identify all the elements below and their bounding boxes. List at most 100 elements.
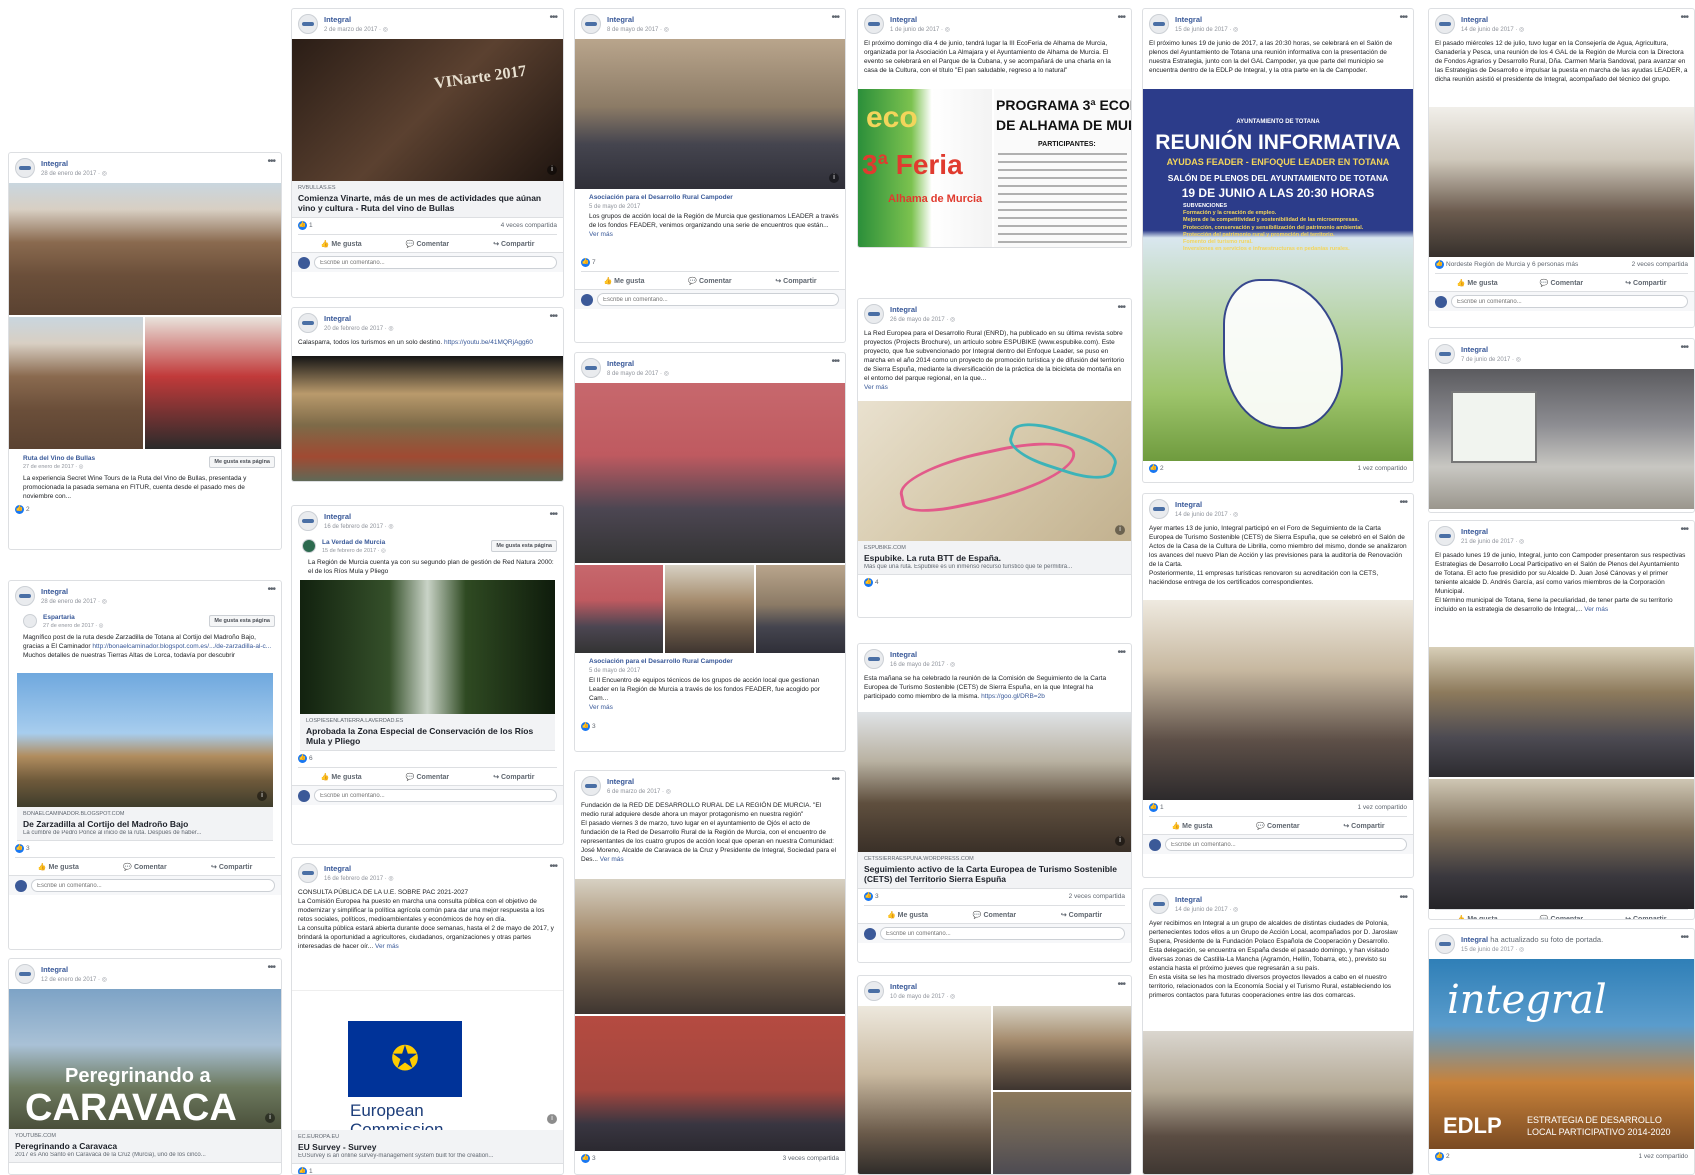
page-avatar[interactable] <box>1149 894 1169 914</box>
share-button[interactable]: ↪ Compartir <box>471 773 557 781</box>
more-options-icon[interactable]: ••• <box>1399 892 1407 903</box>
link-title[interactable]: Seguimiento activo de la Carta Europea d… <box>864 864 1125 884</box>
post-link[interactable]: https://goo.gl/DRB=2b <box>981 693 1045 700</box>
like-count[interactable]: 1 <box>309 1168 313 1174</box>
more-options-icon[interactable]: ••• <box>831 774 839 785</box>
post-photo[interactable]: eco 3ª Feria Alhama de Murcia <box>858 89 993 247</box>
post-photo[interactable] <box>1429 647 1694 777</box>
event-poster[interactable]: AYUNTAMIENTO DE TOTANA REUNIÓN INFORMATI… <box>1143 89 1413 461</box>
page-name[interactable]: Integral <box>890 650 917 659</box>
post-photo[interactable]: i <box>575 39 845 189</box>
page-avatar[interactable] <box>581 358 601 378</box>
page-name[interactable]: Integral <box>324 512 351 521</box>
info-icon[interactable]: i <box>265 1113 275 1123</box>
like-count[interactable]: 1 <box>1160 804 1164 811</box>
comment-input[interactable] <box>597 293 839 306</box>
like-button[interactable]: 👍 Me gusta <box>298 240 384 248</box>
comment-input[interactable] <box>31 879 275 892</box>
comment-button[interactable]: 💬 Comentar <box>384 773 470 781</box>
video-thumbnail[interactable]: Peregrinando a CARAVACA i <box>9 989 281 1129</box>
more-options-icon[interactable]: ••• <box>1680 524 1688 535</box>
page-avatar[interactable] <box>1149 499 1169 519</box>
page-avatar[interactable] <box>298 313 318 333</box>
link-preview[interactable]: CETSSIERRAESPUNA.WORDPRESS.COM Seguimien… <box>858 852 1131 889</box>
more-options-icon[interactable]: ••• <box>1680 12 1688 23</box>
post-date[interactable]: 2 de marzo de 2017 <box>324 26 388 33</box>
page-avatar[interactable] <box>864 14 884 34</box>
comment-button[interactable]: 💬 Comentar <box>1235 822 1321 830</box>
post-date[interactable]: 8 de mayo de 2017 <box>607 370 669 377</box>
share-button[interactable]: ↪ Compartir <box>1038 911 1125 919</box>
more-options-icon[interactable]: ••• <box>549 12 557 23</box>
like-button[interactable]: 👍 Me gusta <box>15 863 102 871</box>
post-photo[interactable] <box>575 383 845 563</box>
page-avatar[interactable] <box>298 14 318 34</box>
link-preview[interactable]: BONAELCAMINADOR.BLOGSPOT.COM De Zarzadil… <box>17 807 273 841</box>
like-count[interactable]: 2 <box>1160 465 1164 472</box>
info-icon[interactable]: i <box>1115 525 1125 535</box>
post-photo[interactable] <box>1429 779 1694 909</box>
page-name[interactable]: Integral <box>41 587 68 596</box>
page-avatar[interactable] <box>1435 526 1455 546</box>
share-count[interactable]: 4 veces compartida <box>501 222 557 229</box>
more-options-icon[interactable]: ••• <box>267 584 275 595</box>
more-options-icon[interactable]: ••• <box>1399 12 1407 23</box>
page-avatar[interactable] <box>1435 934 1455 954</box>
page-name[interactable]: Integral <box>607 359 634 368</box>
post-photo[interactable] <box>9 183 281 315</box>
post-photo[interactable] <box>993 1092 1131 1174</box>
post-date[interactable]: 14 de junio de 2017 <box>1175 511 1238 518</box>
like-count[interactable]: 7 <box>592 259 596 266</box>
link-preview[interactable]: YOUTUBE.COM Peregrinando a Caravaca 2017… <box>9 1129 281 1163</box>
shared-page-name[interactable]: La Verdad de Murcia <box>322 539 385 546</box>
post-photo[interactable] <box>575 1016 845 1151</box>
link-preview-image[interactable]: VINarte 2017 i <box>292 39 563 181</box>
post-date[interactable]: 12 de enero de 2017 <box>41 976 107 983</box>
more-options-icon[interactable]: ••• <box>549 311 557 322</box>
page-avatar[interactable] <box>1149 14 1169 34</box>
more-options-icon[interactable]: ••• <box>831 356 839 367</box>
comment-input[interactable] <box>1451 295 1688 308</box>
more-options-icon[interactable]: ••• <box>1117 647 1125 658</box>
see-more-link[interactable]: Ver más <box>589 231 613 238</box>
post-date[interactable]: 14 de junio de 2017 <box>1461 26 1524 33</box>
more-options-icon[interactable]: ••• <box>1117 12 1125 23</box>
link-preview-image[interactable] <box>300 580 555 714</box>
comment-input[interactable] <box>314 256 557 269</box>
share-count[interactable]: 1 vez compartido <box>1358 804 1408 811</box>
comment-button[interactable]: 💬 Comentar <box>1519 279 1603 287</box>
page-name[interactable]: Integral <box>1175 895 1202 904</box>
page-name[interactable]: Integral <box>324 864 351 873</box>
post-date[interactable]: 28 de enero de 2017 <box>41 598 107 605</box>
like-count[interactable]: 6 <box>309 755 313 762</box>
like-button[interactable]: 👍 Me gusta <box>1435 915 1519 920</box>
page-name[interactable]: Integral <box>1461 527 1488 536</box>
post-photo[interactable] <box>9 317 143 449</box>
see-more-link[interactable]: Ver más <box>864 384 888 391</box>
link-preview[interactable]: LOSPIESENLATIERRA.LAVERDAD.ES Aprobada l… <box>300 714 555 751</box>
share-count[interactable]: 1 vez compartido <box>1639 1153 1689 1160</box>
page-name[interactable]: Integral <box>41 159 68 168</box>
like-button[interactable]: 👍 Me gusta <box>1149 822 1235 830</box>
link-preview[interactable]: ESPUBIKE.COM Espubike. La ruta BTT de Es… <box>858 541 1131 575</box>
link-title[interactable]: Aprobada la Zona Especial de Conservació… <box>306 726 549 746</box>
post-date[interactable]: 8 de mayo de 2017 <box>607 26 669 33</box>
page-name[interactable]: Integral <box>607 15 634 24</box>
more-options-icon[interactable]: ••• <box>1680 932 1688 943</box>
page-name[interactable]: Integral <box>890 982 917 991</box>
like-count[interactable]: 3 <box>592 723 596 730</box>
page-name-text[interactable]: Integral <box>1461 935 1488 944</box>
post-date[interactable]: 16 de febrero de 2017 <box>324 875 394 882</box>
see-more-link[interactable]: Ver más <box>600 856 624 863</box>
post-photo[interactable] <box>755 565 845 653</box>
link-title[interactable]: Peregrinando a Caravaca <box>15 1141 275 1151</box>
post-date[interactable]: 16 de febrero de 2017 <box>324 523 394 530</box>
share-count[interactable]: 1 vez compartido <box>1358 465 1408 472</box>
page-name[interactable]: Integral <box>1461 345 1488 354</box>
share-button[interactable]: ↪ Compartir <box>753 277 839 285</box>
video-thumbnail[interactable] <box>292 356 563 481</box>
more-options-icon[interactable]: ••• <box>1117 302 1125 313</box>
link-page-name[interactable]: Asociación para el Desarrollo Rural Camp… <box>589 194 733 201</box>
post-date[interactable]: 14 de junio de 2017 <box>1175 906 1238 913</box>
page-avatar[interactable] <box>581 14 601 34</box>
